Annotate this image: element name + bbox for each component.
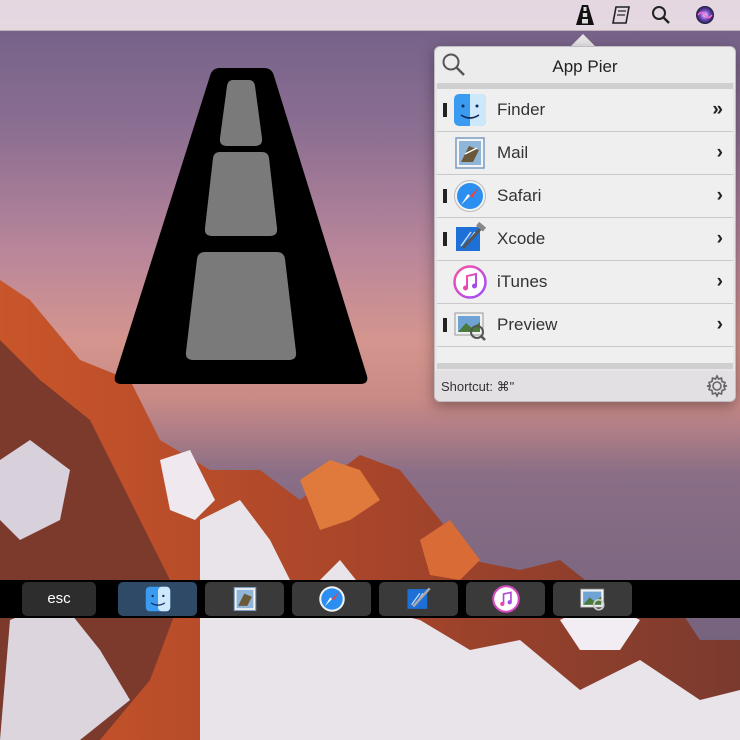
chevron-right-icon[interactable]: › (717, 185, 723, 207)
finder-icon (145, 586, 170, 612)
chevron-right-icon[interactable]: › (717, 314, 723, 336)
running-indicator (443, 189, 447, 203)
xcode-icon (456, 222, 487, 251)
running-indicator (443, 318, 447, 332)
safari-icon (318, 586, 345, 612)
gear-icon[interactable] (705, 374, 729, 398)
xcode-icon (406, 587, 431, 609)
itunes-icon (491, 585, 520, 613)
siri-icon[interactable] (692, 3, 718, 27)
touchbar-finder-button[interactable] (118, 582, 197, 616)
touchbar-xcode-button[interactable] (379, 582, 458, 616)
search-icon[interactable] (648, 3, 674, 27)
app-row-mail[interactable]: Mail › (437, 132, 733, 175)
esc-key[interactable]: esc (22, 582, 96, 616)
mail-icon (233, 586, 256, 612)
app-label: iTunes (497, 272, 548, 291)
app-label: Xcode (497, 229, 546, 248)
app-label: Finder (497, 100, 546, 119)
mail-icon (455, 137, 485, 169)
app-row-preview[interactable]: Preview › (437, 304, 733, 347)
preview-icon (579, 588, 605, 611)
divider (437, 363, 733, 369)
expand-chevron-icon[interactable]: » (712, 99, 723, 121)
chevron-right-icon[interactable]: › (717, 271, 723, 293)
app-pier-logo (112, 66, 370, 386)
list-spacer (437, 347, 733, 363)
touchbar-safari-button[interactable] (292, 582, 371, 616)
running-indicator (443, 103, 447, 117)
app-label: Safari (497, 186, 542, 205)
app-row-finder[interactable]: Finder » (437, 89, 733, 132)
app-pier-popover: App Pier Finder » Mail › Safari › Xcode … (434, 46, 736, 402)
chevron-right-icon[interactable]: › (717, 142, 723, 164)
script-icon[interactable] (608, 3, 634, 27)
finder-icon (454, 94, 486, 126)
app-list: Finder » Mail › Safari › Xcode › iTunes … (437, 89, 733, 363)
touchbar-preview-button[interactable] (553, 582, 632, 616)
preview-icon (454, 312, 486, 341)
chevron-right-icon[interactable]: › (717, 228, 723, 250)
touchbar-itunes-button[interactable] (466, 582, 545, 616)
touch-bar: esc (0, 580, 740, 618)
app-row-itunes[interactable]: iTunes › (437, 261, 733, 304)
popover-title: App Pier (552, 57, 618, 76)
touchbar-mail-button[interactable] (205, 582, 284, 616)
app-pier-icon[interactable] (572, 3, 598, 27)
app-label: Mail (497, 143, 529, 162)
safari-icon (454, 180, 486, 212)
itunes-icon (453, 265, 487, 299)
app-row-xcode[interactable]: Xcode › (437, 218, 733, 261)
shortcut-label: Shortcut: ⌘" (441, 379, 515, 394)
popover-footer: Shortcut: ⌘" (435, 371, 735, 401)
popover-header: App Pier (435, 47, 735, 83)
running-indicator (443, 232, 447, 246)
app-row-safari[interactable]: Safari › (437, 175, 733, 218)
app-label: Preview (497, 315, 558, 334)
menu-bar (0, 0, 740, 31)
